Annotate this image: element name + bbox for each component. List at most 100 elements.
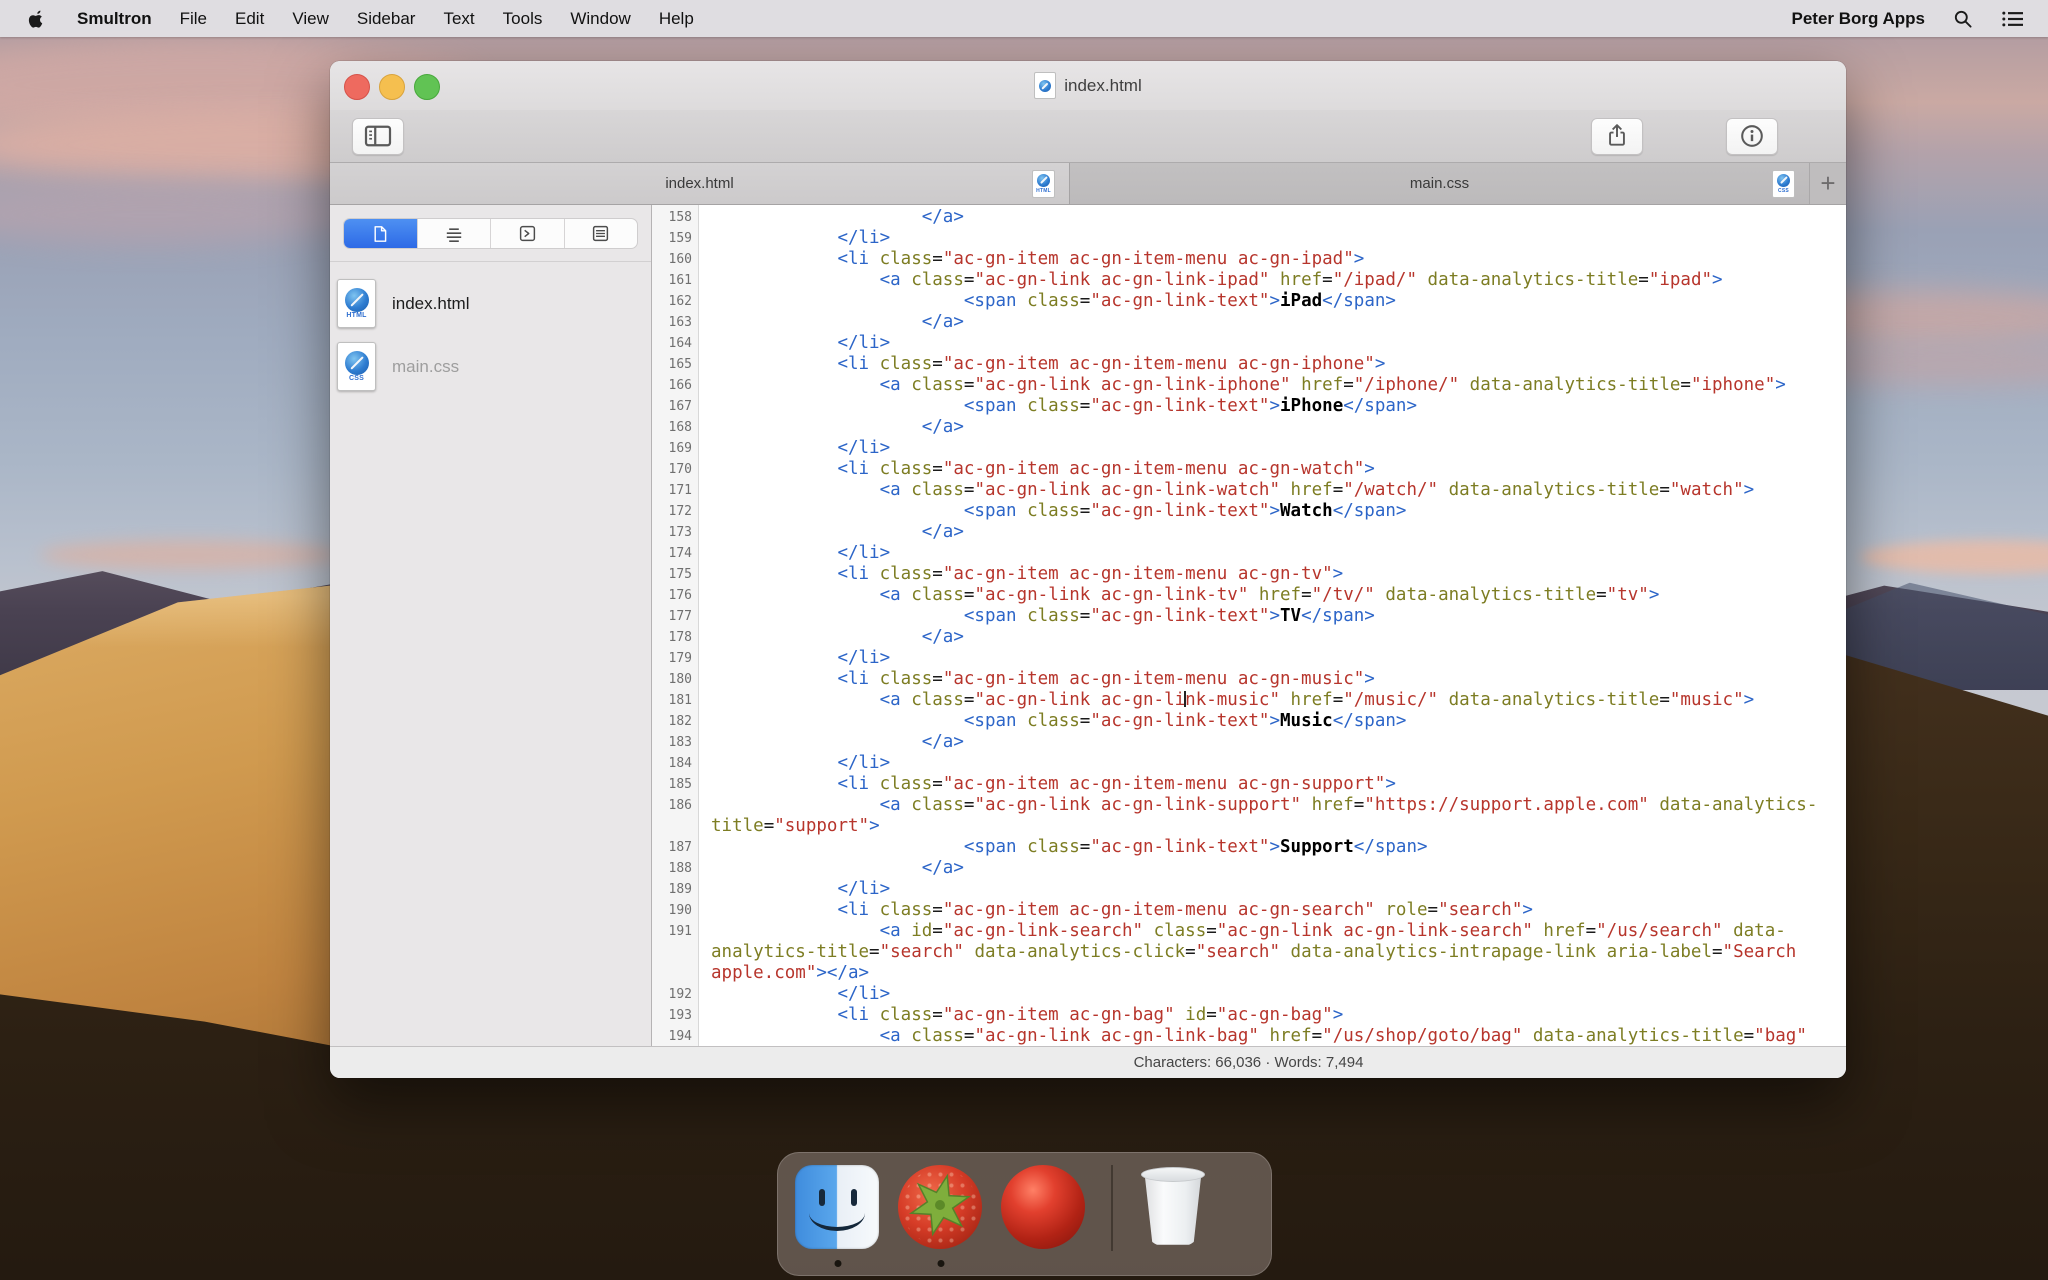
dock-smultron-icon[interactable] [898, 1165, 984, 1267]
close-button[interactable] [344, 74, 370, 100]
code-line[interactable]: 163 </a> [652, 312, 1846, 333]
code-editor[interactable]: 158 </a> 159 </li> 160 <li class="ac-gn-it… [652, 205, 1846, 1046]
line-number: 178 [668, 630, 692, 645]
file-row-main-css[interactable]: CSS main.css [330, 335, 651, 398]
line-number: 170 [668, 462, 692, 477]
code-line[interactable]: 188 </a> [652, 858, 1846, 879]
menu-item-window[interactable]: Window [556, 9, 644, 29]
line-number: 181 [668, 693, 692, 708]
line-number: 165 [668, 357, 692, 372]
code-line[interactable]: 159 </li> [652, 228, 1846, 249]
code-line[interactable]: 185 <li class="ac-gn-item ac-gn-item-men… [652, 774, 1846, 795]
menu-item-text[interactable]: Text [429, 9, 488, 29]
code-line[interactable]: 162 <span class="ac-gn-link-text">iPad</… [652, 291, 1846, 312]
sidebar-toggle-button[interactable] [352, 117, 404, 155]
line-number: 168 [668, 420, 692, 435]
segment-documents[interactable] [344, 219, 418, 248]
minimize-button[interactable] [379, 74, 405, 100]
share-button[interactable] [1591, 117, 1643, 155]
document-proxy-icon[interactable] [1034, 72, 1057, 99]
title-bar[interactable]: index.html [330, 61, 1846, 110]
line-number: 193 [668, 1008, 692, 1023]
code-line[interactable]: 177 <span class="ac-gn-link-text">TV</sp… [652, 606, 1846, 627]
file-row-index-html[interactable]: HTML index.html [330, 272, 651, 335]
code-line[interactable]: 194 <a class="ac-gn-link ac-gn-link-bag"… [652, 1026, 1846, 1046]
sidebar-toggle-icon [364, 125, 392, 147]
code-line[interactable]: 166 <a class="ac-gn-link ac-gn-link-ipho… [652, 375, 1846, 396]
line-number: 164 [668, 336, 692, 351]
spotlight-search-icon[interactable] [1939, 8, 1987, 30]
code-area[interactable]: 158 </a> 159 </li> 160 <li class="ac-gn-it… [652, 205, 1846, 1046]
segment-run-command[interactable] [491, 219, 565, 248]
code-line[interactable]: 179 </li> [652, 648, 1846, 669]
info-button[interactable] [1726, 117, 1778, 155]
window-body: HTML index.html CSS main.css 158 </a> 15… [330, 205, 1846, 1046]
menu-item-tools[interactable]: Tools [489, 9, 557, 29]
css-file-icon: CSS [1772, 170, 1795, 198]
code-line[interactable]: 176 <a class="ac-gn-link ac-gn-link-tv" … [652, 585, 1846, 606]
menu-item-sidebar[interactable]: Sidebar [343, 9, 430, 29]
code-line[interactable]: 172 <span class="ac-gn-link-text">Watch<… [652, 501, 1846, 522]
menu-item-view[interactable]: View [278, 9, 343, 29]
zoom-button[interactable] [414, 74, 440, 100]
dock-trash-icon[interactable] [1130, 1165, 1216, 1251]
line-number: 167 [668, 399, 692, 414]
menu-app-name[interactable]: Smultron [63, 9, 166, 29]
code-line[interactable]: 193 <li class="ac-gn-item ac-gn-bag" id=… [652, 1005, 1846, 1026]
code-line[interactable]: 173 </a> [652, 522, 1846, 543]
menu-status-text[interactable]: Peter Borg Apps [1777, 9, 1939, 29]
info-icon [1741, 125, 1763, 147]
code-line[interactable]: 168 </a> [652, 417, 1846, 438]
apple-menu[interactable] [0, 9, 63, 29]
code-line[interactable]: 187 <span class="ac-gn-link-text">Suppor… [652, 837, 1846, 858]
code-line[interactable]: 184 </li> [652, 753, 1846, 774]
new-tab-button[interactable]: + [1809, 163, 1846, 204]
tab-main-css[interactable]: main.css CSS [1069, 163, 1809, 204]
line-number: 166 [668, 378, 692, 393]
code-line[interactable]: 182 <span class="ac-gn-link-text">Music<… [652, 711, 1846, 732]
tab-label: index.html [665, 175, 734, 192]
line-number: 192 [668, 987, 692, 1002]
dock-red-sphere-app-icon[interactable] [1001, 1165, 1087, 1251]
segment-text-lines[interactable] [418, 219, 491, 248]
line-number: 171 [668, 483, 692, 498]
code-line[interactable]: analytics-title="search" data-analytics-… [652, 942, 1846, 963]
text-lines-icon [446, 227, 461, 242]
red-sphere-icon [1001, 1165, 1085, 1249]
code-line[interactable]: 174 </li> [652, 543, 1846, 564]
code-line[interactable]: 180 <li class="ac-gn-item ac-gn-item-men… [652, 669, 1846, 690]
code-line[interactable]: title="support"> [652, 816, 1846, 837]
toolbar [330, 110, 1846, 163]
segment-snippets[interactable] [565, 219, 638, 248]
tab-index-html[interactable]: index.html HTML [330, 163, 1069, 204]
code-line[interactable]: 165 <li class="ac-gn-item ac-gn-item-men… [652, 354, 1846, 375]
code-line[interactable]: 189 </li> [652, 879, 1846, 900]
menu-item-edit[interactable]: Edit [221, 9, 278, 29]
code-line[interactable]: 192 </li> [652, 984, 1846, 1005]
traffic-lights [344, 74, 440, 100]
code-line[interactable]: 186 <a class="ac-gn-link ac-gn-link-supp… [652, 795, 1846, 816]
code-line[interactable]: 167 <span class="ac-gn-link-text">iPhone… [652, 396, 1846, 417]
code-line[interactable]: 191 <a id="ac-gn-link-search" class="ac-… [652, 921, 1846, 942]
code-line[interactable]: 183 </a> [652, 732, 1846, 753]
dock-divider [1111, 1165, 1113, 1251]
code-line[interactable]: 161 <a class="ac-gn-link ac-gn-link-ipad… [652, 270, 1846, 291]
code-line[interactable]: 160 <li class="ac-gn-item ac-gn-item-men… [652, 249, 1846, 270]
menu-item-help[interactable]: Help [645, 9, 708, 29]
snippets-icon [593, 225, 609, 242]
code-line[interactable]: 171 <a class="ac-gn-link ac-gn-link-watc… [652, 480, 1846, 501]
code-line[interactable]: apple.com"></a> [652, 963, 1846, 984]
dock-finder-icon[interactable] [795, 1165, 881, 1267]
list-menu-icon[interactable] [1987, 9, 2048, 29]
menu-item-file[interactable]: File [166, 9, 221, 29]
code-line[interactable]: 158 </a> [652, 207, 1846, 228]
code-line[interactable]: 164 </li> [652, 333, 1846, 354]
code-line[interactable]: 170 <li class="ac-gn-item ac-gn-item-men… [652, 459, 1846, 480]
code-line[interactable]: 175 <li class="ac-gn-item ac-gn-item-men… [652, 564, 1846, 585]
code-line[interactable]: 190 <li class="ac-gn-item ac-gn-item-men… [652, 900, 1846, 921]
line-number: 174 [668, 546, 692, 561]
status-bar: Characters: 66,036 · Words: 7,494 [330, 1046, 1846, 1078]
code-line[interactable]: 169 </li> [652, 438, 1846, 459]
code-line[interactable]: 178 </a> [652, 627, 1846, 648]
code-line[interactable]: 181 <a class="ac-gn-link ac-gn-link-musi… [652, 690, 1846, 711]
